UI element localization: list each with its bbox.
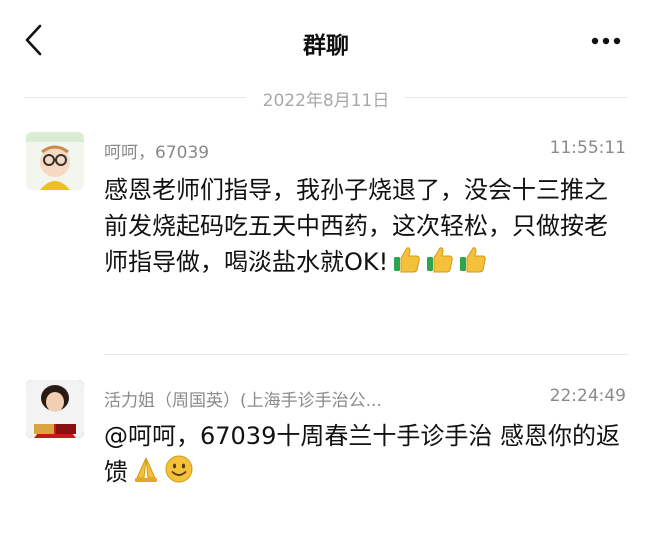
page-title: 群聊: [303, 33, 349, 59]
woman-avatar-image: [26, 380, 84, 438]
message-text: @呵呵，67039十周春兰十手诊手治 感恩你的返馈: [104, 418, 624, 494]
smile-icon: [164, 454, 194, 494]
sender-name[interactable]: 呵呵，67039: [104, 138, 209, 163]
chat-header: 群聊: [0, 0, 652, 84]
thumbs-up-icon: [424, 244, 454, 284]
message-text: 感恩老师们指导，我孙子烧退了，没会十三推之前发烧起码吃五天中西药，这次轻松，只做…: [104, 172, 624, 284]
message-time: 11:55:11: [549, 138, 626, 158]
thumbs-up-icon: [457, 244, 487, 284]
baby-avatar-image: [26, 132, 84, 190]
more-dots-icon: [591, 37, 621, 45]
date-label: 2022年8月11日: [262, 91, 390, 111]
avatar[interactable]: [26, 132, 84, 190]
message-time: 22:24:49: [549, 386, 626, 406]
sender-name[interactable]: 活力姐（周国英）(上海手诊手治公...: [104, 386, 382, 411]
avatar[interactable]: [26, 380, 84, 438]
message-divider: [104, 354, 628, 355]
separator-line-right: [404, 97, 628, 98]
folded-hands-icon: [131, 454, 161, 494]
thumbs-up-icon: [391, 244, 421, 284]
message-text-content: 感恩老师们指导，我孙子烧退了，没会十三推之前发烧起码吃五天中西药，这次轻松，只做…: [104, 176, 608, 276]
date-separator: 2022年8月11日: [0, 86, 652, 111]
more-options-button[interactable]: [588, 26, 628, 56]
